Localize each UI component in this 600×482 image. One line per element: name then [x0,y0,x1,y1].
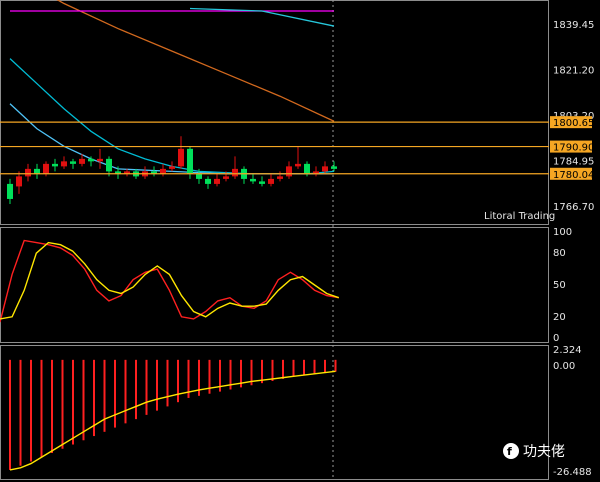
candle-body [232,168,238,177]
candle-body [268,178,274,184]
stoch-axis-label: 50 [553,280,566,291]
candle-body [52,163,58,167]
candle-body [277,176,283,179]
candle-body [187,148,193,174]
macd-axis-label: 0.00 [553,361,575,372]
candle-body [160,168,166,174]
candle-body [88,158,94,162]
price-level-label: 1800.65 [553,118,594,129]
candle-body [106,158,112,172]
candle-body [304,163,310,174]
macd-axis-label: -26.488 [553,467,592,478]
watermark: f 功夫佬 [503,443,565,460]
stochastic-panel[interactable]: 100 80 50 20 0 [0,227,572,344]
stoch-axis-label: 80 [553,248,566,259]
price-axis-label: 1839.45 [553,20,594,31]
candle-body [214,178,220,184]
svg-text:f: f [507,445,512,458]
candle-body [43,163,49,174]
macd-panel[interactable]: 2.324 0.00 -26.488 [9,345,592,478]
candle-body [79,158,85,164]
price-axis-label: 1766.70 [553,202,594,213]
candle-body [16,176,22,187]
candle-body [322,166,328,172]
candle-body [70,161,76,164]
candle-body [97,158,103,162]
candle-body [259,181,265,184]
price-level-label: 1780.04 [553,170,594,181]
brand-label: Litoral Trading [484,211,555,222]
stoch-axis-label: 0 [553,333,559,344]
price-axis-label: 1784.95 [553,156,594,167]
candle-body [205,178,211,184]
price-axis-label: 1821.20 [553,66,594,77]
candle-body [223,176,229,179]
price-level-label: 1790.90 [553,143,594,154]
stoch-axis-label: 20 [553,312,566,323]
candle-body [331,166,337,169]
candle-body [169,166,175,169]
macd-signal-line [9,370,336,471]
candle-body [295,163,301,167]
macd-axis-label: 2.324 [553,345,582,356]
candle-body [61,161,67,167]
candle-body [34,168,40,174]
stoch-signal-line [0,241,340,320]
stoch-axis-label: 100 [553,227,572,238]
candle-body [25,168,31,177]
watermark-text: 功夫佬 [523,444,565,460]
trading-chart[interactable]: 1839.451821.201803.201784.951766.701800.… [0,0,600,482]
candle-body [250,178,256,182]
candle-body [286,166,292,177]
candle-body [178,148,184,167]
price-panel-border [0,0,549,225]
moving-average-line [9,58,335,175]
candle-body [7,183,13,199]
price-panel[interactable]: 1839.451821.201803.201784.951766.701800.… [0,0,594,213]
candle-body [196,173,202,179]
